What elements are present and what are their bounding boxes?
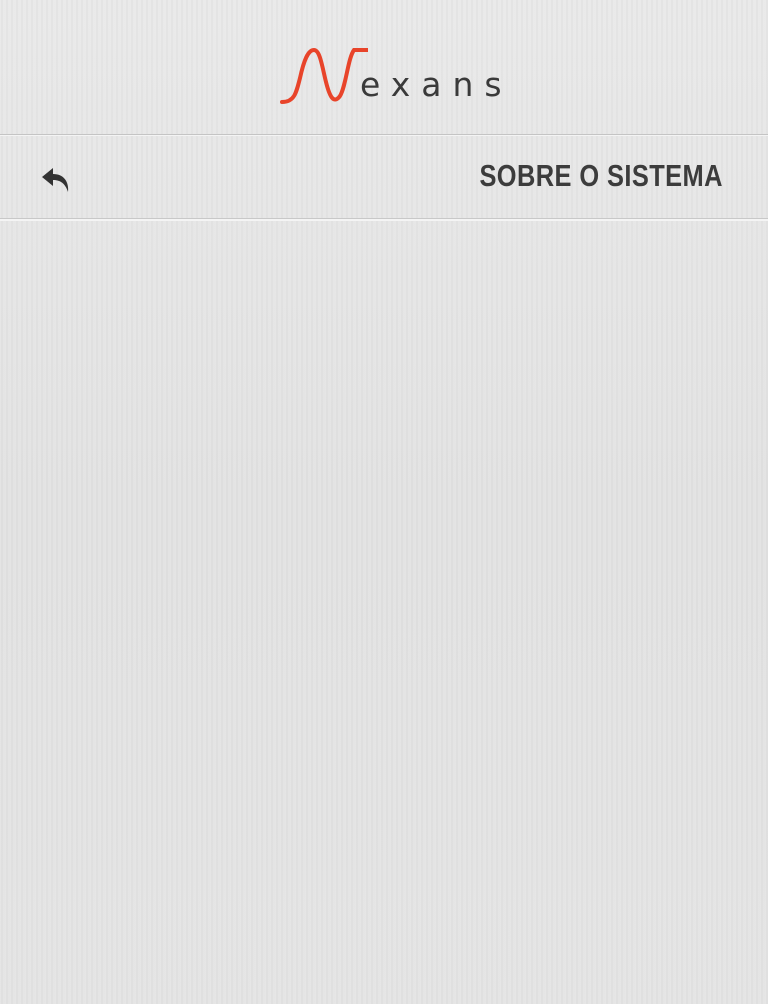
app-header: exans bbox=[0, 0, 768, 134]
content-area bbox=[0, 221, 768, 1004]
title-bar: SOBRE O SISTEMA bbox=[0, 136, 768, 218]
logo-wordmark: exans bbox=[360, 65, 513, 104]
page-title: SOBRE O SISTEMA bbox=[479, 158, 723, 193]
reply-arrow-icon bbox=[42, 168, 69, 192]
nexans-logo: exans bbox=[278, 44, 502, 110]
back-button[interactable] bbox=[36, 160, 76, 200]
nexans-wave-icon bbox=[280, 47, 368, 104]
